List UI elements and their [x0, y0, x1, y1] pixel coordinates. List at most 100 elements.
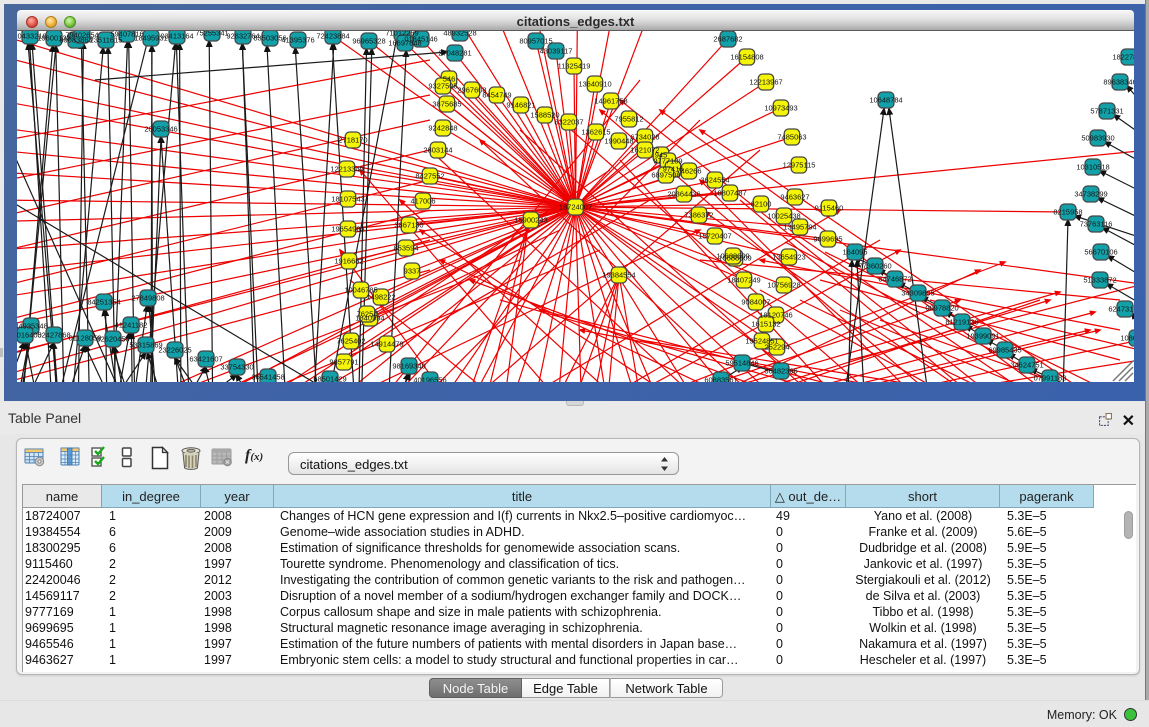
svg-text:1362615: 1362615	[581, 128, 610, 137]
svg-text:9242848: 9242848	[428, 124, 457, 133]
svg-text:63421607: 63421607	[189, 355, 222, 364]
svg-text:12213967: 12213967	[749, 78, 782, 87]
svg-text:1916682: 1916682	[334, 257, 363, 266]
svg-text:43039117: 43039117	[540, 47, 573, 56]
svg-text:18724007: 18724007	[559, 203, 592, 212]
svg-text:36541458: 36541458	[251, 373, 284, 382]
svg-text:80957015: 80957015	[519, 37, 552, 46]
svg-text:9084007: 9084007	[741, 298, 770, 307]
svg-text:34624751: 34624751	[1010, 361, 1043, 370]
svg-text:51333872: 51333872	[1083, 276, 1116, 285]
svg-text:14914479: 14914479	[370, 340, 403, 349]
svg-text:7386372: 7386372	[684, 211, 713, 220]
svg-text:41241182: 41241182	[115, 321, 148, 330]
svg-text:33754330: 33754330	[220, 363, 253, 372]
svg-text:27048281: 27048281	[438, 49, 471, 58]
svg-text:07991183: 07991183	[1034, 374, 1067, 383]
svg-text:12213349: 12213349	[330, 165, 363, 174]
svg-text:69985435: 69985435	[988, 346, 1021, 355]
svg-text:27849808: 27849808	[131, 294, 164, 303]
svg-text:10973493: 10973493	[764, 104, 797, 113]
svg-text:98169340: 98169340	[392, 362, 425, 371]
svg-text:75255341: 75255341	[195, 31, 228, 38]
svg-text:89638346: 89638346	[1103, 78, 1134, 87]
svg-text:72423884: 72423884	[316, 32, 349, 41]
svg-text:1615132: 1615132	[751, 320, 780, 329]
svg-text:3867130: 3867130	[394, 221, 423, 230]
svg-text:8215958: 8215958	[1053, 208, 1082, 217]
svg-text:8427552: 8427552	[415, 172, 444, 181]
svg-text:57871331: 57871331	[1090, 107, 1123, 116]
svg-text:18120746: 18120746	[759, 311, 792, 320]
svg-text:62100: 62100	[751, 200, 772, 209]
svg-text:2687682: 2687682	[713, 35, 742, 44]
svg-text:7625402: 7625402	[336, 337, 365, 346]
svg-text:13640910: 13640910	[578, 80, 611, 89]
svg-text:19384554: 19384554	[602, 271, 635, 280]
svg-text:9115460: 9115460	[815, 204, 844, 213]
svg-text:68501429: 68501429	[313, 375, 346, 383]
svg-text:6897508: 6897508	[651, 171, 680, 180]
svg-text:2718170: 2718170	[338, 136, 367, 145]
svg-text:44935348: 44935348	[17, 322, 48, 331]
svg-text:15720407: 15720407	[698, 232, 731, 241]
svg-text:10688609: 10688609	[716, 252, 749, 261]
svg-text:18107543: 18107543	[331, 195, 364, 204]
svg-text:13495794: 13495794	[783, 223, 816, 232]
svg-text:34309805: 34309805	[901, 289, 934, 298]
svg-text:1498222: 1498222	[366, 293, 395, 302]
svg-text:10310518: 10310518	[1076, 163, 1109, 172]
svg-text:82620450: 82620450	[96, 335, 129, 344]
svg-text:19399091: 19399091	[966, 332, 999, 341]
svg-text:10648784: 10648784	[869, 96, 902, 105]
svg-text:96965328: 96965328	[352, 37, 385, 46]
svg-text:41395376: 41395376	[281, 36, 314, 45]
svg-text:10025438: 10025438	[767, 212, 800, 221]
svg-text:13654923: 13654923	[772, 253, 805, 262]
svg-text:18227824: 18227824	[1112, 53, 1134, 62]
svg-text:18407249: 18407249	[727, 276, 760, 285]
svg-text:01845146: 01845146	[404, 35, 437, 44]
svg-text:9857791: 9857791	[329, 358, 358, 367]
svg-text:2803144: 2803144	[423, 146, 452, 155]
svg-text:9327505: 9327505	[428, 82, 457, 91]
svg-text:56482366: 56482366	[764, 367, 797, 376]
svg-text:7955812: 7955812	[614, 115, 643, 124]
svg-text:19654983: 19654983	[331, 225, 364, 234]
svg-text:48932528: 48932528	[443, 31, 476, 38]
svg-text:12975115: 12975115	[783, 161, 816, 170]
svg-text:16154808: 16154808	[730, 53, 763, 62]
svg-text:252294: 252294	[764, 343, 789, 352]
svg-text:59514846: 59514846	[725, 359, 758, 368]
svg-text:40196556: 40196556	[413, 376, 446, 383]
svg-text:1990448: 1990448	[604, 137, 633, 146]
svg-text:50983930: 50983930	[1081, 134, 1114, 143]
svg-text:11325419: 11325419	[558, 62, 591, 71]
svg-text:77360260: 77360260	[858, 262, 891, 271]
svg-text:34738299: 34738299	[1074, 190, 1107, 199]
svg-text:23226025: 23226025	[158, 346, 191, 355]
svg-text:9146821: 9146821	[506, 101, 535, 110]
svg-text:62473178: 62473178	[1108, 305, 1134, 314]
svg-text:56670106: 56670106	[1084, 248, 1117, 257]
svg-text:64746872: 64746872	[878, 275, 911, 284]
svg-text:52427868: 52427868	[37, 331, 70, 340]
svg-text:60883561: 60883561	[704, 376, 737, 383]
svg-text:9337: 9337	[404, 267, 421, 276]
svg-text:8322037: 8322037	[554, 118, 583, 127]
svg-text:81219136: 81219136	[945, 318, 978, 327]
svg-text:7485063: 7485063	[777, 133, 806, 142]
svg-text:3875685: 3875685	[432, 100, 461, 109]
svg-text:10807487: 10807487	[713, 189, 746, 198]
svg-text:10801326: 10801326	[1120, 334, 1134, 343]
svg-text:9463627: 9463627	[780, 193, 809, 202]
svg-text:20053346: 20053346	[144, 125, 177, 134]
svg-text:00978820: 00978820	[925, 304, 958, 313]
svg-text:164095: 164095	[842, 248, 867, 257]
svg-text:8454749: 8454749	[482, 91, 511, 100]
svg-text:20364436: 20364436	[667, 190, 700, 199]
svg-text:84251354: 84251354	[87, 298, 120, 307]
svg-text:417006: 417006	[410, 197, 435, 206]
svg-text:3624554: 3624554	[700, 176, 729, 185]
svg-text:73763116: 73763116	[1080, 220, 1113, 229]
